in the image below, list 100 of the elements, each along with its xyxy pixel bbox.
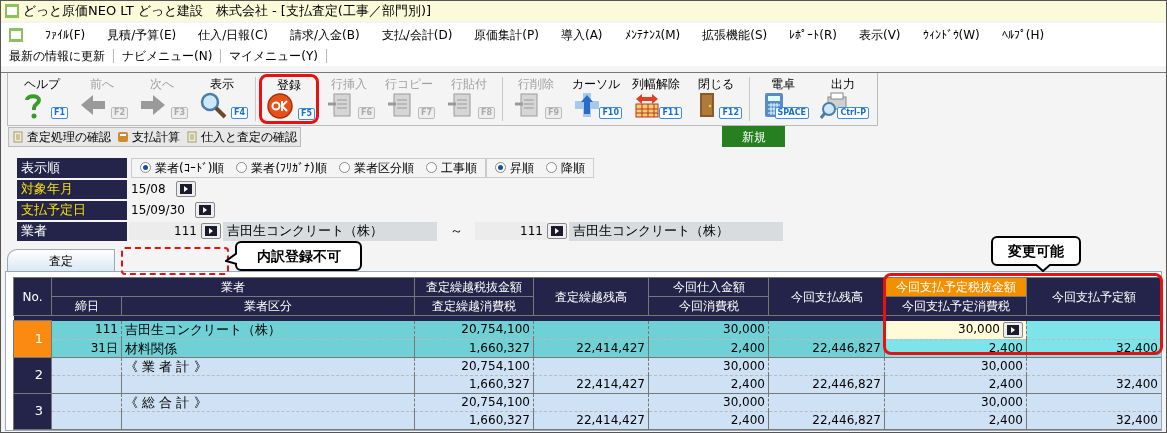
- toolbar-button[interactable]: 登録 F5: [259, 74, 319, 124]
- range-separator: ～: [448, 222, 464, 241]
- shortcut-key-badge: F2: [110, 107, 128, 119]
- menu-item[interactable]: 支払/会計(D): [381, 25, 453, 44]
- radio-button[interactable]: [140, 162, 151, 173]
- column-width-icon: [633, 91, 661, 119]
- nav-link[interactable]: ナビメニュー(N): [118, 47, 217, 65]
- column-header: 査定繰越税抜金額: [414, 277, 534, 297]
- column-header: 今回仕入金額: [648, 277, 769, 297]
- toolbar-button[interactable]: カーソル F10: [566, 73, 626, 123]
- field-label: 支払予定日: [17, 200, 127, 220]
- shortcut-key-badge: F4: [230, 107, 248, 119]
- menu-item[interactable]: 原価集計(P): [474, 25, 539, 44]
- toolbar-button[interactable]: ヘルプ F1: [12, 73, 72, 123]
- picker-button[interactable]: [1003, 321, 1023, 338]
- picker-button[interactable]: [547, 223, 567, 239]
- picker-button[interactable]: [194, 202, 215, 218]
- shortcut-key-badge: F1: [50, 107, 68, 119]
- table-cell: 31日: [51, 339, 122, 357]
- table-cell: 2,400: [884, 375, 1027, 393]
- column-header: 今回支払予定税抜金額: [884, 277, 1027, 297]
- nav-link[interactable]: マイメニュー(Y): [225, 47, 323, 65]
- calculator-icon: [117, 130, 129, 143]
- code-field[interactable]: 111: [129, 222, 201, 240]
- arrow-right-icon: [179, 184, 192, 194]
- table-cell: 2,400: [648, 375, 769, 393]
- button-label: 行貼付: [451, 77, 487, 91]
- toolbar-button[interactable]: 列幅解除 F11: [626, 73, 686, 123]
- toolbar-button[interactable]: 閉じる F12: [686, 73, 746, 123]
- button-label: 行挿入: [331, 77, 367, 91]
- toolbar-button[interactable]: 表示 F4: [192, 73, 252, 123]
- menu-item[interactable]: ｳｨﾝﾄﾞｳ(W): [922, 25, 980, 44]
- field-label: 表示順: [17, 157, 127, 178]
- action-button[interactable]: 査定処理の確認: [9, 127, 114, 146]
- callout: 内訳登録不可: [235, 241, 362, 271]
- app-icon: [9, 27, 23, 42]
- radio-button[interactable]: [545, 162, 557, 173]
- menu-item[interactable]: ﾚﾎﾟｰﾄ(R): [789, 25, 837, 44]
- shortcut-key-badge: F5: [297, 108, 315, 120]
- vendor-name-field: 吉田生コンクリート（株）: [223, 221, 437, 241]
- document-icon: [186, 130, 198, 143]
- radio-button[interactable]: [236, 162, 248, 173]
- menu-item[interactable]: 導入(A): [560, 25, 603, 44]
- document-icon: [386, 91, 414, 119]
- nav-link[interactable]: 最新の情報に更新: [5, 47, 109, 65]
- menu-item[interactable]: 仕入/日報(C): [198, 25, 269, 44]
- shortcut-key-badge: F9: [544, 107, 562, 119]
- toolbar-button[interactable]: 電卓 SPACE: [753, 73, 813, 123]
- table-cell: 材料関係: [121, 339, 415, 357]
- arrow-right-icon: [551, 226, 563, 236]
- code-field[interactable]: 111: [475, 222, 547, 240]
- ok-icon: [266, 92, 294, 120]
- table-cell: [51, 411, 122, 429]
- button-label: カーソル: [572, 77, 620, 91]
- field-label: 対象年月: [17, 179, 127, 199]
- button-label: 電卓: [771, 77, 795, 91]
- vendor-name-field: 吉田生コンクリート（株）: [569, 221, 783, 241]
- shortcut-key-badge: Ctrl-P: [837, 107, 869, 119]
- table-cell: 1,660,327: [414, 339, 534, 357]
- radio-label: 工事順: [440, 159, 477, 177]
- radio-button[interactable]: [425, 162, 437, 173]
- mode-badge: 新規: [722, 126, 785, 147]
- action-button[interactable]: 支払計算: [114, 127, 183, 146]
- button-label: 列幅解除: [632, 77, 680, 91]
- button-label: 行コピー: [385, 77, 433, 91]
- radio-label: 昇順: [509, 159, 534, 177]
- table-cell: 2,400: [884, 411, 1027, 429]
- menu-item[interactable]: 見積/予算(E): [107, 25, 177, 44]
- table-cell: 2,400: [648, 411, 769, 429]
- row-number[interactable]: 2: [13, 357, 52, 393]
- table-cell: 32,400: [1026, 411, 1161, 429]
- menu-item[interactable]: ﾍﾙﾌﾟ(H): [1001, 25, 1045, 44]
- button-label: 閉じる: [698, 77, 734, 91]
- shortcut-key-badge: SPACE: [774, 107, 809, 119]
- row-number[interactable]: 3: [13, 393, 52, 429]
- menu-item[interactable]: 拡張機能(S): [702, 25, 768, 44]
- arrow-right-icon: [198, 205, 211, 215]
- shortcut-key-badge: F10: [599, 107, 622, 119]
- button-label: 登録: [277, 78, 301, 92]
- table-cell: 22,414,427: [533, 339, 649, 357]
- menu-item[interactable]: 請求/入金(B): [290, 25, 360, 44]
- document-icon: [12, 130, 24, 143]
- picker-button[interactable]: [175, 181, 196, 197]
- shortcut-key-badge: F8: [477, 107, 495, 119]
- radio-label: 業者区分順: [353, 159, 414, 177]
- tab[interactable]: 査定: [7, 249, 115, 271]
- button-label: 次へ: [150, 77, 174, 91]
- radio-label: 業者(ﾌﾘｶﾞﾅ)順: [251, 159, 327, 177]
- radio-button[interactable]: [338, 162, 350, 173]
- radio-button[interactable]: [494, 162, 506, 173]
- menu-item[interactable]: ﾒﾝﾃﾅﾝｽ(M): [624, 25, 681, 44]
- toolbar-button[interactable]: 出力 Ctrl-P: [813, 73, 873, 123]
- column-header: 査定繰越残高: [533, 277, 649, 316]
- document-icon: [446, 91, 474, 119]
- picker-button[interactable]: [201, 223, 221, 239]
- table-cell: 1,660,327: [414, 375, 534, 393]
- menu-item[interactable]: ﾌｧｲﾙ(F): [45, 25, 86, 44]
- action-button[interactable]: 仕入と査定の確認: [183, 127, 300, 146]
- document-icon: [326, 91, 354, 119]
- menu-item[interactable]: 表示(V): [858, 25, 901, 44]
